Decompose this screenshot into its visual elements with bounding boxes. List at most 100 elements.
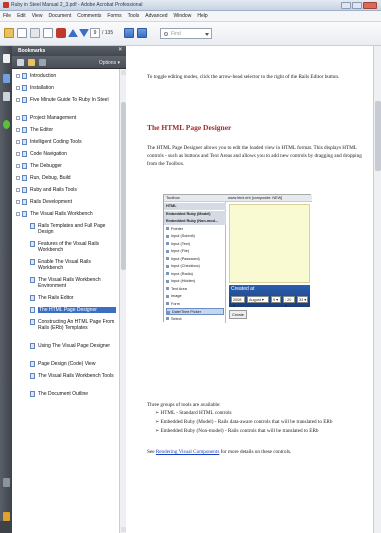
- zoom-icon[interactable]: [124, 28, 134, 38]
- menu-comments[interactable]: Comments: [77, 13, 101, 19]
- bookmark-page-icon: [30, 277, 35, 283]
- create-pdf-icon[interactable]: [17, 28, 27, 38]
- datetime-picker-control: Created at 2008 ▾ August ▾ 9 ▾ : 20 ▾ 33…: [229, 285, 310, 308]
- menu-edit[interactable]: Edit: [17, 13, 26, 19]
- pages-icon[interactable]: [3, 54, 10, 63]
- fit-page-icon[interactable]: [137, 28, 147, 38]
- toolbox-item: Select: [166, 316, 224, 323]
- expand-toggle-icon[interactable]: [16, 188, 20, 192]
- year-select: 2008 ▾: [231, 296, 245, 308]
- expand-toggle-icon[interactable]: [16, 140, 20, 144]
- bookmark-label: The Rails Editor: [38, 295, 74, 301]
- panel-corner: [0, 521, 12, 533]
- toolbox-group: Embedded Ruby (Non-mod...: [164, 218, 226, 225]
- menu-advanced[interactable]: Advanced: [145, 13, 167, 19]
- toolbox-label: Image: [171, 294, 182, 298]
- menu-document[interactable]: Document: [48, 13, 71, 19]
- print-icon[interactable]: [43, 28, 53, 38]
- bookmark-page-icon: [30, 307, 35, 313]
- expand-toggle-icon[interactable]: [16, 212, 20, 216]
- design-canvas: [229, 204, 310, 283]
- bookmark-label: Rails Templates and Full Page Design: [38, 223, 106, 235]
- comments-icon[interactable]: [3, 512, 10, 521]
- control-icon: [166, 272, 169, 275]
- toolbox-item: Input (Checkbox): [166, 263, 224, 270]
- maximize-button[interactable]: [352, 2, 362, 9]
- expand-toggle-icon[interactable]: [16, 128, 20, 132]
- expand-toggle-icon[interactable]: [16, 98, 20, 102]
- previous-page-icon[interactable]: [68, 29, 78, 37]
- search-icon: [164, 32, 168, 36]
- window-controls: [341, 2, 377, 9]
- rendering-components-link[interactable]: Rendering Visual Components: [156, 449, 220, 455]
- find-box[interactable]: Find: [160, 28, 212, 39]
- bookmarks-icon[interactable]: [3, 74, 10, 83]
- paperclip-icon[interactable]: [3, 478, 10, 487]
- toolbox-label: Input (File): [171, 249, 190, 253]
- open-folder-icon[interactable]: [4, 28, 14, 38]
- minimize-button[interactable]: [341, 2, 351, 9]
- chevron-down-icon[interactable]: [205, 33, 209, 36]
- bookmark-label: Intelligent Coding Tools: [30, 139, 82, 145]
- expand-toggle-icon[interactable]: [16, 152, 20, 156]
- bookmarks-scrollbar[interactable]: [119, 69, 126, 533]
- bookmark-page-icon: [30, 391, 35, 397]
- bookmark-page-icon: [22, 127, 27, 133]
- signatures-icon[interactable]: [3, 120, 10, 129]
- bookmark-label: The Debugger: [30, 163, 62, 169]
- expand-bookmark-icon[interactable]: [28, 59, 35, 66]
- document-scrollbar[interactable]: [373, 46, 381, 533]
- expand-toggle-icon[interactable]: [16, 164, 20, 168]
- bookmark-label: The Document Outline: [38, 391, 89, 397]
- menu-forms[interactable]: Forms: [107, 13, 121, 19]
- toolbox-label: Form: [171, 301, 180, 306]
- toolbox-label: Input (Checkbox): [171, 264, 200, 268]
- toolbox-label: Input (Hidden): [171, 279, 196, 283]
- page-total: / 135: [102, 30, 114, 36]
- expand-toggle-icon[interactable]: [16, 176, 20, 180]
- save-icon[interactable]: [30, 28, 40, 38]
- bookmark-page-icon: [22, 73, 27, 79]
- bookmark-page-icon: [22, 115, 27, 121]
- groups-intro: Three groups of tools are available:: [147, 402, 221, 408]
- bookmarks-list: Introduction Installation Five Minute Guid…: [12, 69, 119, 533]
- control-icon: [166, 242, 169, 245]
- document-scroll-thumb[interactable]: [375, 101, 381, 171]
- day-select: 9 ▾: [271, 296, 281, 303]
- next-page-icon[interactable]: [79, 29, 89, 37]
- toolbox-label: Input (Password): [171, 256, 200, 261]
- close-button[interactable]: [363, 2, 377, 9]
- expand-toggle-icon[interactable]: [16, 86, 20, 90]
- new-bookmark-icon[interactable]: [17, 59, 24, 66]
- menu-file[interactable]: File: [3, 13, 11, 19]
- delete-bookmark-icon[interactable]: [39, 59, 46, 66]
- bookmarks-title: Bookmarks: [18, 48, 46, 54]
- menu-help[interactable]: Help: [197, 13, 207, 19]
- page-number-input[interactable]: 9: [90, 28, 100, 38]
- bookmark-label: Installation: [30, 85, 54, 91]
- bookmark-page-icon: [22, 163, 27, 169]
- bookmark-label: Constructing An HTML Page From Rails (ER…: [38, 319, 115, 331]
- toolbox-item: Input (File): [166, 248, 224, 255]
- options-menu[interactable]: Options ▾: [99, 60, 120, 66]
- toolbox-item: Input (Text): [166, 241, 224, 248]
- month-select: August ▾: [247, 296, 269, 303]
- bookmark-page-icon: [30, 343, 35, 349]
- bookmark-label: The Visual Rails Workbench Tools: [38, 373, 114, 379]
- ruby-gem-icon[interactable]: [56, 28, 66, 38]
- toolbox-item: Form: [166, 301, 224, 308]
- control-icon: [166, 294, 169, 298]
- attachments-icon[interactable]: [3, 92, 10, 101]
- expand-toggle-icon[interactable]: [16, 200, 20, 204]
- menu-view[interactable]: View: [32, 13, 43, 19]
- expand-toggle-icon[interactable]: [16, 116, 20, 120]
- bookmark-label: The HTML Page Designer: [38, 307, 116, 313]
- title-bar: Ruby in Steel Manual 2_3.pdf - Adobe Acr…: [0, 0, 381, 11]
- toolbox-label: Text Area: [171, 286, 187, 291]
- bookmark-label: Five Minute Guide To Ruby In Steel: [30, 97, 109, 103]
- menu-tools[interactable]: Tools: [128, 13, 140, 19]
- expand-toggle-icon[interactable]: [16, 74, 20, 78]
- close-panel-icon[interactable]: ×: [118, 47, 122, 53]
- menu-window[interactable]: Window: [174, 13, 192, 19]
- hour-select: : 20 ▾: [283, 296, 295, 308]
